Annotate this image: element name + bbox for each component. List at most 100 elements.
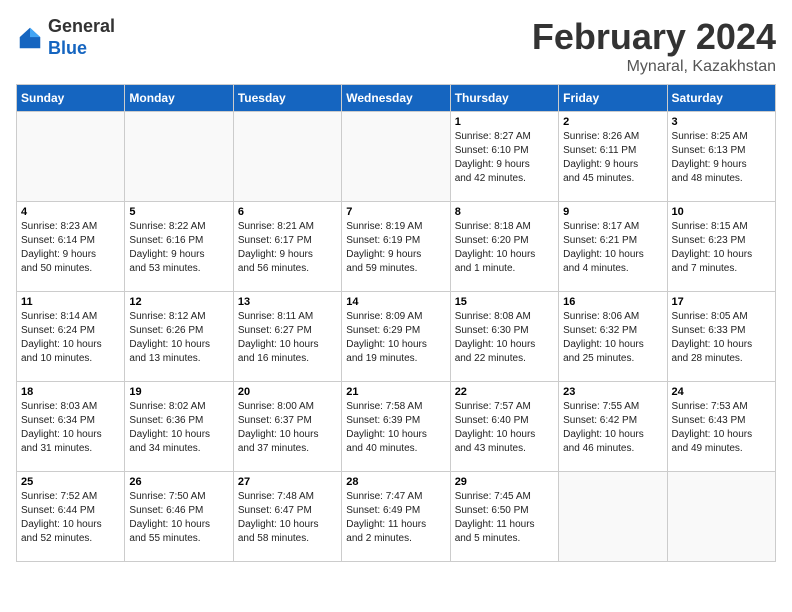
day-info: Sunrise: 8:23 AM Sunset: 6:14 PM Dayligh… (21, 220, 120, 276)
calendar-cell: 8 Sunrise: 8:18 AM Sunset: 6:20 PM Daylig… (450, 202, 558, 292)
calendar-cell: 13 Sunrise: 8:11 AM Sunset: 6:27 PM Dayli… (233, 292, 341, 382)
day-number: 8 (455, 206, 554, 218)
calendar-cell: 16 Sunrise: 8:06 AM Sunset: 6:32 PM Dayli… (559, 292, 667, 382)
day-info: Sunrise: 7:47 AM Sunset: 6:49 PM Dayligh… (346, 490, 445, 546)
weekday-header: Saturday (667, 85, 775, 112)
day-number: 14 (346, 296, 445, 308)
calendar-cell: 29Sunrise: 7:45 AM Sunset: 6:50 PM Dayli… (450, 472, 558, 562)
day-info: Sunrise: 8:09 AM Sunset: 6:29 PM Dayligh… (346, 310, 445, 366)
calendar-cell: 24Sunrise: 7:53 AM Sunset: 6:43 PM Dayli… (667, 382, 775, 472)
weekday-header: Monday (125, 85, 233, 112)
weekday-header: Friday (559, 85, 667, 112)
day-info: Sunrise: 8:15 AM Sunset: 6:23 PM Dayligh… (672, 220, 771, 276)
day-info: Sunrise: 7:55 AM Sunset: 6:42 PM Dayligh… (563, 400, 662, 456)
calendar-cell: 26 Sunrise: 7:50 AM Sunset: 6:46 PM Dayli… (125, 472, 233, 562)
calendar-cell: 6 Sunrise: 8:21 AM Sunset: 6:17 PM Daylig… (233, 202, 341, 292)
calendar-cell: 5Sunrise: 8:22 AM Sunset: 6:16 PM Daylig… (125, 202, 233, 292)
calendar-cell (342, 112, 450, 202)
calendar-cell: 17 Sunrise: 8:05 AM Sunset: 6:33 PM Dayli… (667, 292, 775, 382)
day-info: Sunrise: 7:48 AM Sunset: 6:47 PM Dayligh… (238, 490, 337, 546)
calendar-cell: 9 Sunrise: 8:17 AM Sunset: 6:21 PM Daylig… (559, 202, 667, 292)
day-info: Sunrise: 8:08 AM Sunset: 6:30 PM Dayligh… (455, 310, 554, 366)
weekday-header: Thursday (450, 85, 558, 112)
day-number: 28 (346, 476, 445, 488)
day-info: Sunrise: 8:26 AM Sunset: 6:11 PM Dayligh… (563, 130, 662, 186)
weekday-header: Wednesday (342, 85, 450, 112)
day-number: 15 (455, 296, 554, 308)
calendar-cell: 28 Sunrise: 7:47 AM Sunset: 6:49 PM Dayli… (342, 472, 450, 562)
day-number: 26 (129, 476, 228, 488)
calendar-cell: 21 Sunrise: 7:58 AM Sunset: 6:39 PM Dayli… (342, 382, 450, 472)
day-number: 11 (21, 296, 120, 308)
day-number: 18 (21, 386, 120, 398)
day-number: 23 (563, 386, 662, 398)
page-header: General Blue February 2024 Mynaral, Kaza… (16, 16, 776, 76)
day-number: 24 (672, 386, 771, 398)
logo-icon (16, 24, 44, 52)
day-number: 29 (455, 476, 554, 488)
day-info: Sunrise: 8:11 AM Sunset: 6:27 PM Dayligh… (238, 310, 337, 366)
day-number: 21 (346, 386, 445, 398)
day-number: 6 (238, 206, 337, 218)
day-number: 10 (672, 206, 771, 218)
day-number: 7 (346, 206, 445, 218)
calendar-cell: 18Sunrise: 8:03 AM Sunset: 6:34 PM Dayli… (17, 382, 125, 472)
day-info: Sunrise: 8:21 AM Sunset: 6:17 PM Dayligh… (238, 220, 337, 276)
calendar-cell: 27Sunrise: 7:48 AM Sunset: 6:47 PM Dayli… (233, 472, 341, 562)
day-number: 9 (563, 206, 662, 218)
day-info: Sunrise: 8:02 AM Sunset: 6:36 PM Dayligh… (129, 400, 228, 456)
day-info: Sunrise: 7:58 AM Sunset: 6:39 PM Dayligh… (346, 400, 445, 456)
day-number: 19 (129, 386, 228, 398)
day-number: 17 (672, 296, 771, 308)
calendar-week-row: 11Sunrise: 8:14 AM Sunset: 6:24 PM Dayli… (17, 292, 776, 382)
day-number: 3 (672, 116, 771, 128)
day-info: Sunrise: 7:57 AM Sunset: 6:40 PM Dayligh… (455, 400, 554, 456)
day-info: Sunrise: 7:52 AM Sunset: 6:44 PM Dayligh… (21, 490, 120, 546)
day-info: Sunrise: 8:12 AM Sunset: 6:26 PM Dayligh… (129, 310, 228, 366)
day-number: 4 (21, 206, 120, 218)
day-info: Sunrise: 8:25 AM Sunset: 6:13 PM Dayligh… (672, 130, 771, 186)
calendar-week-row: 1Sunrise: 8:27 AM Sunset: 6:10 PM Daylig… (17, 112, 776, 202)
calendar-cell: 19 Sunrise: 8:02 AM Sunset: 6:36 PM Dayli… (125, 382, 233, 472)
day-number: 12 (129, 296, 228, 308)
calendar-cell: 14 Sunrise: 8:09 AM Sunset: 6:29 PM Dayli… (342, 292, 450, 382)
day-info: Sunrise: 8:18 AM Sunset: 6:20 PM Dayligh… (455, 220, 554, 276)
day-info: Sunrise: 8:22 AM Sunset: 6:16 PM Dayligh… (129, 220, 228, 276)
day-info: Sunrise: 8:00 AM Sunset: 6:37 PM Dayligh… (238, 400, 337, 456)
calendar-cell: 3 Sunrise: 8:25 AM Sunset: 6:13 PM Daylig… (667, 112, 775, 202)
logo-blue: Blue (48, 38, 87, 58)
calendar-header: SundayMondayTuesdayWednesdayThursdayFrid… (17, 85, 776, 112)
calendar-cell: 23 Sunrise: 7:55 AM Sunset: 6:42 PM Dayli… (559, 382, 667, 472)
day-number: 25 (21, 476, 120, 488)
calendar-cell (667, 472, 775, 562)
day-info: Sunrise: 8:05 AM Sunset: 6:33 PM Dayligh… (672, 310, 771, 366)
day-info: Sunrise: 7:50 AM Sunset: 6:46 PM Dayligh… (129, 490, 228, 546)
calendar-cell: 2 Sunrise: 8:26 AM Sunset: 6:11 PM Daylig… (559, 112, 667, 202)
logo-general: General (48, 16, 115, 36)
day-info: Sunrise: 8:19 AM Sunset: 6:19 PM Dayligh… (346, 220, 445, 276)
day-number: 1 (455, 116, 554, 128)
calendar-cell: 12 Sunrise: 8:12 AM Sunset: 6:26 PM Dayli… (125, 292, 233, 382)
calendar-week-row: 25 Sunrise: 7:52 AM Sunset: 6:44 PM Dayli… (17, 472, 776, 562)
title-block: February 2024 Mynaral, Kazakhstan (532, 16, 776, 76)
calendar-cell: 4 Sunrise: 8:23 AM Sunset: 6:14 PM Daylig… (17, 202, 125, 292)
calendar-cell (559, 472, 667, 562)
calendar-cell: 20 Sunrise: 8:00 AM Sunset: 6:37 PM Dayli… (233, 382, 341, 472)
day-number: 20 (238, 386, 337, 398)
calendar-subtitle: Mynaral, Kazakhstan (532, 58, 776, 76)
day-info: Sunrise: 8:17 AM Sunset: 6:21 PM Dayligh… (563, 220, 662, 276)
day-number: 22 (455, 386, 554, 398)
calendar-cell (17, 112, 125, 202)
day-info: Sunrise: 8:06 AM Sunset: 6:32 PM Dayligh… (563, 310, 662, 366)
day-number: 2 (563, 116, 662, 128)
day-number: 13 (238, 296, 337, 308)
calendar-cell: 7 Sunrise: 8:19 AM Sunset: 6:19 PM Daylig… (342, 202, 450, 292)
calendar-week-row: 18Sunrise: 8:03 AM Sunset: 6:34 PM Dayli… (17, 382, 776, 472)
calendar-cell: 22 Sunrise: 7:57 AM Sunset: 6:40 PM Dayli… (450, 382, 558, 472)
day-number: 16 (563, 296, 662, 308)
weekday-header: Sunday (17, 85, 125, 112)
calendar-cell: 1Sunrise: 8:27 AM Sunset: 6:10 PM Daylig… (450, 112, 558, 202)
calendar-table: SundayMondayTuesdayWednesdayThursdayFrid… (16, 84, 776, 562)
weekday-header: Tuesday (233, 85, 341, 112)
calendar-week-row: 4 Sunrise: 8:23 AM Sunset: 6:14 PM Daylig… (17, 202, 776, 292)
